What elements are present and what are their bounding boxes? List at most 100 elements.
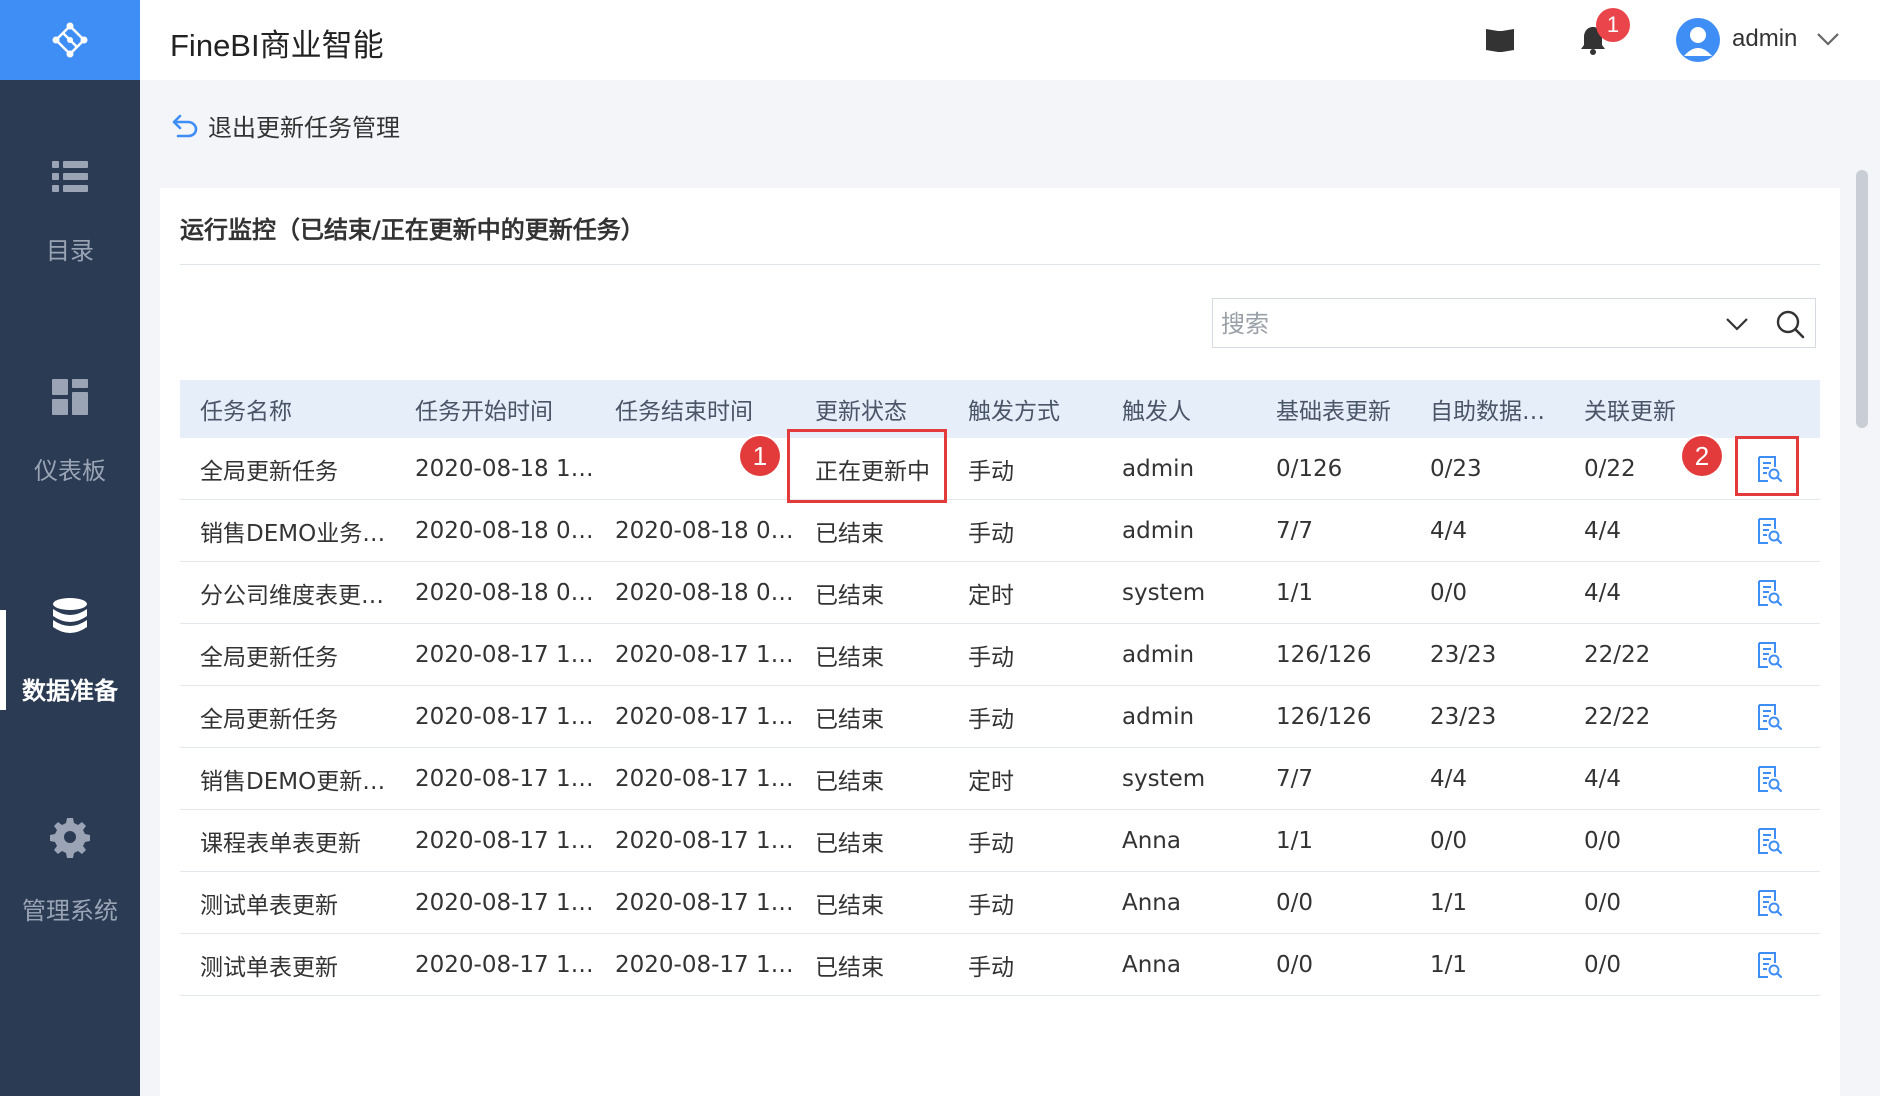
back-arrow-icon — [172, 114, 198, 137]
end-time-cell: 2020-08-18 09… — [615, 517, 795, 544]
view-detail-icon[interactable] — [1756, 517, 1782, 545]
self-service-update-cell: 0/0 — [1430, 579, 1468, 606]
start-time-cell: 2020-08-18 10… — [415, 455, 595, 482]
table-row[interactable]: 全局更新任务 2020-08-17 16… 2020-08-17 16… 已结束… — [180, 686, 1820, 748]
vertical-scrollbar[interactable] — [1856, 170, 1868, 428]
chevron-down-icon[interactable] — [1725, 315, 1749, 333]
base-table-update-cell: 0/0 — [1276, 889, 1314, 916]
update-status-cell: 已结束 — [815, 644, 884, 671]
view-detail-icon[interactable] — [1756, 765, 1782, 793]
run-monitor-card: 运行监控（已结束/正在更新中的更新任务） 任务名称 任务开始时间 任务结束时间 … — [160, 188, 1840, 1096]
app-logo[interactable] — [0, 0, 140, 80]
base-table-update-cell: 1/1 — [1276, 579, 1314, 606]
book-icon[interactable] — [1484, 26, 1516, 54]
self-service-update-cell: 4/4 — [1430, 765, 1468, 792]
database-icon — [53, 598, 87, 633]
start-time-cell: 2020-08-17 16… — [415, 703, 595, 730]
task-name-cell: 销售DEMO更新… — [200, 768, 386, 795]
base-table-update-cell: 126/126 — [1276, 641, 1372, 668]
task-name-cell: 全局更新任务 — [200, 706, 338, 733]
column-header[interactable]: 自助数据… — [1410, 392, 1564, 426]
self-service-update-cell: 23/23 — [1430, 703, 1497, 730]
view-detail-icon[interactable] — [1756, 703, 1782, 731]
table-row[interactable]: 测试单表更新 2020-08-17 14… 2020-08-17 14… 已结束… — [180, 934, 1820, 996]
start-time-cell: 2020-08-17 16… — [415, 765, 595, 792]
exit-update-task-management-link[interactable]: 退出更新任务管理 — [170, 108, 400, 143]
trigger-method-cell: 手动 — [968, 892, 1014, 919]
view-detail-icon[interactable] — [1756, 827, 1782, 855]
relation-update-cell: 22/22 — [1584, 703, 1651, 730]
actions-cell — [1718, 827, 1820, 855]
task-name-cell: 全局更新任务 — [200, 458, 338, 485]
view-detail-icon[interactable] — [1756, 579, 1782, 607]
view-detail-icon[interactable] — [1756, 641, 1782, 669]
view-detail-icon[interactable] — [1756, 951, 1782, 979]
table-row[interactable]: 测试单表更新 2020-08-17 15… 2020-08-17 15… 已结束… — [180, 872, 1820, 934]
column-header[interactable]: 更新状态 — [795, 392, 948, 426]
search-input[interactable] — [1213, 299, 1723, 349]
start-time-cell: 2020-08-18 09… — [415, 579, 595, 606]
trigger-user-cell: Anna — [1122, 827, 1181, 854]
divider — [180, 264, 1820, 265]
column-header[interactable]: 任务名称 — [180, 392, 395, 426]
relation-update-cell: 0/0 — [1584, 827, 1622, 854]
table-header: 任务名称 任务开始时间 任务结束时间 更新状态 触发方式 触发人 基础表更新 自… — [180, 380, 1820, 438]
column-header[interactable]: 基础表更新 — [1256, 392, 1410, 426]
self-service-update-cell: 1/1 — [1430, 951, 1468, 978]
relation-update-cell: 4/4 — [1584, 579, 1622, 606]
back-link-label: 退出更新任务管理 — [208, 114, 400, 142]
relation-update-cell: 4/4 — [1584, 765, 1622, 792]
end-time-cell: 2020-08-17 15… — [615, 827, 795, 854]
base-table-update-cell: 7/7 — [1276, 765, 1314, 792]
sidebar-item-data-prep[interactable]: 数据准备 — [0, 595, 140, 745]
search-icon[interactable] — [1775, 309, 1805, 339]
avatar[interactable] — [1676, 18, 1720, 62]
start-time-cell: 2020-08-17 15… — [415, 889, 595, 916]
sidebar-item-dashboard[interactable]: 仪表板 — [0, 375, 140, 525]
start-time-cell: 2020-08-17 14… — [415, 951, 595, 978]
actions-cell — [1718, 641, 1820, 669]
chevron-down-icon[interactable] — [1816, 30, 1840, 48]
actions-cell — [1718, 517, 1820, 545]
column-header[interactable]: 触发方式 — [948, 392, 1102, 426]
search-box — [1212, 298, 1816, 349]
table-row[interactable]: 全局更新任务 2020-08-17 17… 2020-08-17 17… 已结束… — [180, 624, 1820, 686]
table-row[interactable]: 销售DEMO更新… 2020-08-17 16… 2020-08-17 16… … — [180, 748, 1820, 810]
update-status-cell: 已结束 — [815, 706, 884, 733]
self-service-update-cell: 0/23 — [1430, 455, 1482, 482]
actions-cell — [1718, 951, 1820, 979]
self-service-update-cell: 0/0 — [1430, 827, 1468, 854]
start-time-cell: 2020-08-17 17… — [415, 641, 595, 668]
update-status-cell: 已结束 — [815, 520, 884, 547]
user-name[interactable]: admin — [1732, 25, 1797, 53]
trigger-method-cell: 手动 — [968, 458, 1014, 485]
base-table-update-cell: 0/0 — [1276, 951, 1314, 978]
update-status-cell: 已结束 — [815, 582, 884, 609]
column-header[interactable]: 触发人 — [1102, 392, 1256, 426]
table-row[interactable]: 全局更新任务 2020-08-18 10… 正在更新中 手动 admin 0/1… — [180, 438, 1820, 500]
task-name-cell: 测试单表更新 — [200, 892, 338, 919]
sidebar-item-admin-system[interactable]: 管理系统 — [0, 815, 140, 965]
task-name-cell: 分公司维度表更… — [200, 582, 384, 609]
column-header[interactable]: 关联更新 — [1564, 392, 1718, 426]
actions-cell — [1718, 703, 1820, 731]
card-title: 运行监控（已结束/正在更新中的更新任务） — [180, 216, 645, 244]
sidebar: 目录 仪表板 数据准备 管理系统 — [0, 0, 140, 1096]
table-row[interactable]: 分公司维度表更… 2020-08-18 09… 2020-08-18 09… 已… — [180, 562, 1820, 624]
trigger-method-cell: 手动 — [968, 706, 1014, 733]
column-header[interactable]: 任务开始时间 — [395, 392, 595, 426]
table-row[interactable]: 销售DEMO业务… 2020-08-18 09… 2020-08-18 09… … — [180, 500, 1820, 562]
relation-update-cell: 0/0 — [1584, 889, 1622, 916]
column-header[interactable]: 任务结束时间 — [595, 392, 795, 426]
sidebar-item-catalog[interactable]: 目录 — [0, 155, 140, 305]
app-title: FineBI商业智能 — [170, 28, 384, 63]
table-row[interactable]: 课程表单表更新 2020-08-17 15… 2020-08-17 15… 已结… — [180, 810, 1820, 872]
end-time-cell: 2020-08-17 15… — [615, 889, 795, 916]
table-body: 全局更新任务 2020-08-18 10… 正在更新中 手动 admin 0/1… — [180, 438, 1820, 996]
trigger-user-cell: admin — [1122, 455, 1195, 482]
trigger-method-cell: 手动 — [968, 954, 1014, 981]
top-header: FineBI商业智能 1 admin — [140, 0, 1880, 80]
view-detail-icon[interactable] — [1756, 889, 1782, 917]
actions-cell — [1718, 579, 1820, 607]
sidebar-item-label: 数据准备 — [22, 677, 118, 705]
